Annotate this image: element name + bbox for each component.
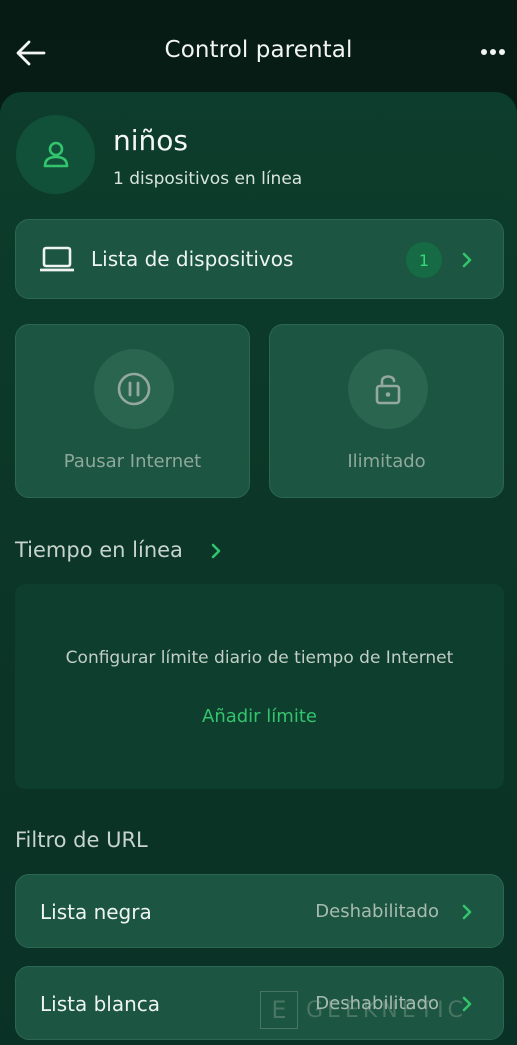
blacklist-row[interactable]: Lista negra Deshabilitado	[15, 874, 504, 948]
online-time-title[interactable]: Tiempo en línea	[15, 538, 183, 562]
device-list-label: Lista de dispositivos	[91, 247, 294, 271]
device-count-badge: 1	[406, 242, 442, 278]
whitelist-label: Lista blanca	[40, 992, 161, 1016]
profile-name: niños	[113, 124, 188, 157]
unlock-icon	[375, 375, 401, 405]
pause-internet-label: Pausar Internet	[63, 451, 202, 472]
url-filter-title: Filtro de URL	[15, 828, 148, 852]
online-time-panel: Configurar límite diario de tiempo de In…	[15, 584, 504, 789]
header: Control parental	[0, 0, 517, 92]
page-title: Control parental	[164, 37, 353, 63]
online-time-description: Configurar límite diario de tiempo de In…	[65, 648, 454, 668]
chevron-right-icon	[462, 904, 472, 920]
pause-icon-circle	[94, 349, 174, 429]
lock-icon-circle	[348, 349, 428, 429]
pause-icon	[117, 372, 151, 406]
device-list-button[interactable]: Lista de dispositivos 1	[15, 219, 504, 299]
laptop-icon	[40, 246, 74, 272]
pause-internet-tile[interactable]: Pausar Internet	[15, 324, 250, 498]
watermark-text: GEEKNETIC	[306, 997, 467, 1023]
blacklist-label: Lista negra	[40, 900, 152, 924]
unlimited-label: Ilimitado	[347, 451, 426, 472]
watermark-logo: E	[260, 991, 298, 1029]
add-limit-link[interactable]: Añadir límite	[15, 706, 504, 727]
screen: Control parental niños 1 dispositivos en…	[0, 0, 517, 1045]
unlimited-tile[interactable]: Ilimitado	[269, 324, 504, 498]
user-icon	[43, 141, 68, 167]
blacklist-status: Deshabilitado	[315, 901, 439, 922]
watermark: E GEEKNETIC	[260, 990, 500, 1030]
profile-devices-online: 1 dispositivos en línea	[113, 169, 303, 189]
chevron-right-icon	[462, 252, 472, 268]
more-options-button[interactable]	[478, 40, 510, 64]
more-dots-icon	[481, 49, 505, 55]
online-time-chevron-icon[interactable]	[209, 542, 223, 560]
avatar	[16, 115, 95, 194]
